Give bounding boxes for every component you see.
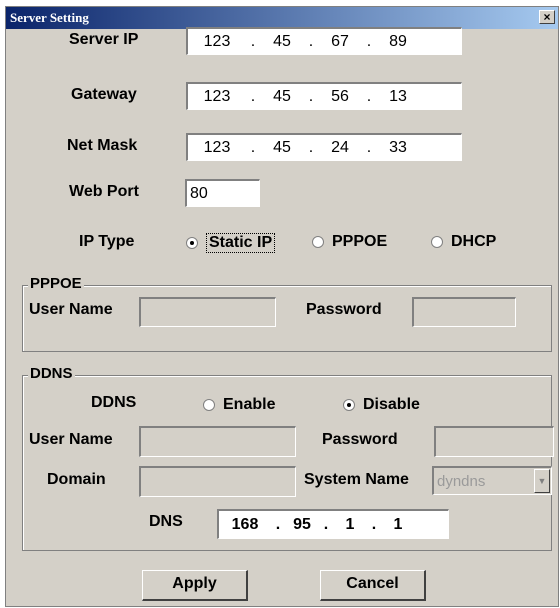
title-bar: Server Setting × bbox=[6, 7, 558, 29]
web-port-value: 80 bbox=[190, 185, 208, 202]
ip-octet[interactable]: 168 bbox=[219, 516, 271, 534]
ip-dot: . bbox=[366, 32, 372, 50]
ddns-password-input[interactable] bbox=[434, 426, 554, 457]
web-port-input[interactable]: 80 bbox=[185, 179, 260, 207]
ip-dot: . bbox=[366, 138, 372, 156]
ip-dot: . bbox=[323, 515, 329, 533]
web-port-label: Web Port bbox=[69, 183, 139, 200]
gateway-label: Gateway bbox=[71, 86, 137, 103]
ip-octet[interactable]: 1 bbox=[381, 516, 415, 534]
ip-octet[interactable]: 24 bbox=[318, 139, 362, 157]
ip-type-pppoe-radio[interactable]: PPPOE bbox=[312, 233, 387, 251]
ip-dot: . bbox=[308, 87, 314, 105]
cancel-button[interactable]: Cancel bbox=[320, 570, 426, 601]
ip-octet[interactable]: 45 bbox=[260, 139, 304, 157]
dns-label: DNS bbox=[149, 513, 183, 530]
ip-dot: . bbox=[308, 32, 314, 50]
ddns-system-name-label: System Name bbox=[304, 471, 409, 488]
chevron-down-icon[interactable]: ▼ bbox=[534, 469, 550, 493]
ip-type-dhcp-radio[interactable]: DHCP bbox=[431, 233, 496, 251]
net-mask-field[interactable]: 123 . 45 . 24 . 33 bbox=[186, 133, 462, 161]
ddns-system-name-select[interactable]: dyndns ▼ bbox=[432, 466, 552, 495]
ip-octet[interactable]: 89 bbox=[376, 33, 420, 51]
close-button[interactable]: × bbox=[539, 10, 555, 24]
ip-dot: . bbox=[308, 138, 314, 156]
pppoe-group-label: PPPOE bbox=[28, 275, 84, 292]
ip-octet[interactable]: 13 bbox=[376, 88, 420, 106]
pppoe-password-input[interactable] bbox=[412, 297, 516, 327]
ip-octet[interactable]: 123 bbox=[188, 88, 246, 106]
dns-field[interactable]: 168 . 95 . 1 . 1 bbox=[217, 509, 449, 539]
close-icon: × bbox=[543, 10, 551, 24]
radio-label: Enable bbox=[223, 396, 276, 413]
radio-button-icon bbox=[312, 236, 324, 248]
ip-type-static-radio[interactable]: Static IP bbox=[186, 233, 276, 253]
ip-dot: . bbox=[250, 87, 256, 105]
radio-button-icon bbox=[343, 399, 355, 411]
ip-octet[interactable]: 33 bbox=[376, 139, 420, 157]
radio-label: DHCP bbox=[451, 233, 497, 250]
ddns-system-name-value: dyndns bbox=[437, 473, 486, 490]
radio-label: Disable bbox=[363, 396, 420, 413]
server-setting-dialog: Server Setting × Server IP 123 . 45 . 67… bbox=[5, 6, 559, 607]
ddns-user-name-input[interactable] bbox=[139, 426, 296, 457]
ddns-user-name-label: User Name bbox=[29, 431, 113, 448]
window-title: Server Setting bbox=[10, 10, 89, 25]
pppoe-user-name-input[interactable] bbox=[139, 297, 276, 327]
ip-octet[interactable]: 95 bbox=[285, 516, 319, 534]
radio-button-icon bbox=[186, 237, 198, 249]
ip-dot: . bbox=[250, 32, 256, 50]
server-ip-field[interactable]: 123 . 45 . 67 . 89 bbox=[186, 27, 462, 55]
ip-octet[interactable]: 123 bbox=[188, 139, 246, 157]
pppoe-password-label: Password bbox=[306, 301, 382, 318]
ip-octet[interactable]: 56 bbox=[318, 88, 362, 106]
gateway-field[interactable]: 123 . 45 . 56 . 13 bbox=[186, 82, 462, 110]
ip-dot: . bbox=[275, 515, 281, 533]
radio-button-icon bbox=[431, 236, 443, 248]
apply-button[interactable]: Apply bbox=[142, 570, 248, 601]
pppoe-user-name-label: User Name bbox=[29, 301, 113, 318]
radio-button-icon bbox=[203, 399, 215, 411]
ip-dot: . bbox=[371, 515, 377, 533]
ip-dot: . bbox=[366, 87, 372, 105]
radio-label: PPPOE bbox=[332, 233, 388, 250]
ddns-domain-label: Domain bbox=[47, 471, 106, 488]
ddns-disable-radio[interactable]: Disable bbox=[343, 396, 420, 414]
ddns-domain-input[interactable] bbox=[139, 466, 296, 497]
server-ip-label: Server IP bbox=[69, 31, 139, 48]
radio-label: Static IP bbox=[206, 233, 276, 253]
ddns-password-label: Password bbox=[322, 431, 398, 448]
net-mask-label: Net Mask bbox=[67, 137, 138, 154]
ip-octet[interactable]: 45 bbox=[260, 88, 304, 106]
ip-octet[interactable]: 45 bbox=[260, 33, 304, 51]
ddns-group-label: DDNS bbox=[28, 365, 75, 382]
ddns-label: DDNS bbox=[91, 394, 137, 411]
ip-octet[interactable]: 123 bbox=[188, 33, 246, 51]
ddns-enable-radio[interactable]: Enable bbox=[203, 396, 275, 414]
ip-octet[interactable]: 67 bbox=[318, 33, 362, 51]
ip-type-label: IP Type bbox=[79, 233, 135, 250]
ip-octet[interactable]: 1 bbox=[333, 516, 367, 534]
ip-dot: . bbox=[250, 138, 256, 156]
